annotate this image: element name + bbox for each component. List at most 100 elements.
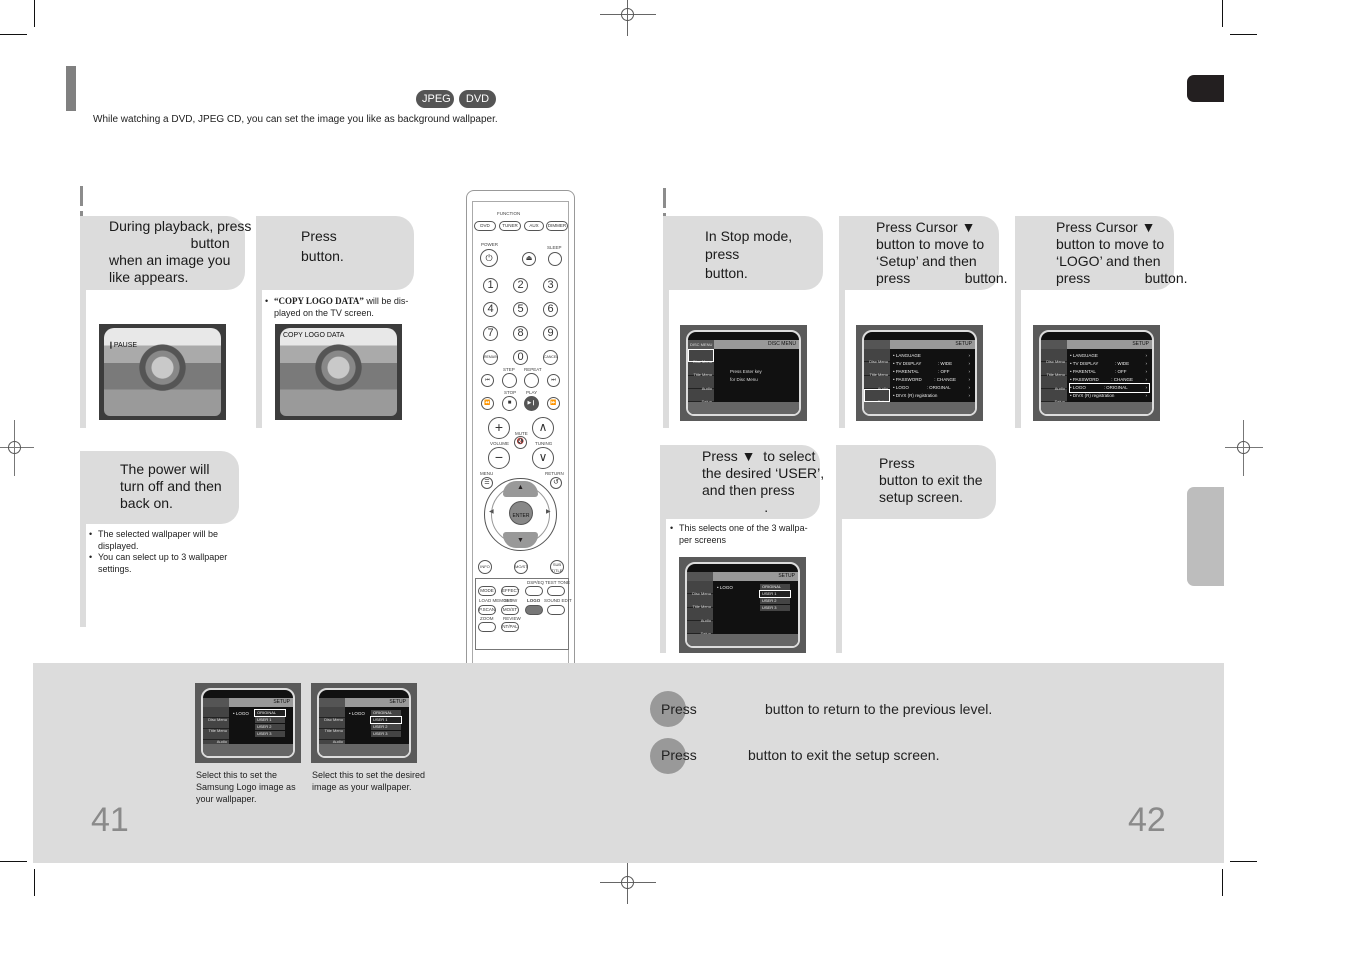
setup-menu-item: • LANGUAGE › bbox=[893, 353, 970, 358]
number-button-cancel[interactable]: CANCEL bbox=[543, 350, 558, 365]
menu-button[interactable]: ☰ bbox=[481, 477, 493, 489]
logo-label: • LOGO bbox=[717, 585, 733, 590]
caption-user: Select this to set the desired image as y… bbox=[312, 770, 426, 792]
side-item: Title Menu bbox=[687, 594, 713, 609]
dsp-eq-label: DSP/EQ bbox=[527, 580, 545, 585]
tuner-button[interactable]: TUNER bbox=[499, 221, 521, 231]
registration-mark bbox=[0, 420, 34, 476]
sound-edit-button[interactable] bbox=[547, 605, 565, 615]
crop-mark bbox=[1230, 34, 1257, 35]
dimmer-button[interactable]: DIMMER bbox=[546, 221, 568, 231]
skip-back-button[interactable]: ⏮ bbox=[481, 374, 494, 387]
screen-header: SETUP bbox=[778, 573, 795, 579]
side-item-title-menu: Title Menu bbox=[688, 362, 714, 377]
mode-button[interactable]: MODE bbox=[478, 586, 496, 596]
repeat-button[interactable] bbox=[524, 373, 539, 388]
number-button-8[interactable]: 8 bbox=[513, 326, 528, 341]
info-button[interactable]: INFO bbox=[478, 560, 492, 574]
stop-label: STOP bbox=[504, 390, 517, 395]
caption-original: Select this to set the Samsung Logo image… bbox=[196, 770, 296, 804]
setup-menu-item: • DIVX (R) registration › bbox=[893, 393, 970, 398]
pause-screen-photo: ❙PAUSE bbox=[99, 324, 226, 420]
step-text-line: Press ▼ to select bbox=[702, 448, 816, 464]
section-tab bbox=[1187, 487, 1224, 586]
logo-option: USER 1 bbox=[759, 590, 791, 598]
enter-button[interactable]: ENTER bbox=[509, 501, 533, 525]
step-text-line: button to exit the bbox=[879, 472, 983, 488]
step-text-line: button to move to bbox=[876, 236, 985, 252]
step-text-line: Press bbox=[879, 455, 915, 471]
volume-up-button[interactable]: + bbox=[488, 417, 510, 439]
side-item: Setup bbox=[864, 388, 890, 404]
step-text-line: Press Cursor ▼ bbox=[1056, 219, 1156, 235]
test-tone-button[interactable] bbox=[547, 586, 565, 596]
mute-button[interactable]: 🔇 bbox=[514, 436, 527, 449]
step-label: STEP bbox=[503, 367, 515, 372]
skip-forward-button[interactable]: ⏭ bbox=[547, 374, 560, 387]
tuning-down-button[interactable]: ∨ bbox=[532, 447, 554, 469]
subtitle-button[interactable]: SUB TITLE bbox=[550, 560, 564, 574]
cursor-right-button[interactable]: ▶ bbox=[546, 508, 551, 515]
number-button-9[interactable]: 9 bbox=[543, 326, 558, 341]
cursor-left-button[interactable]: ◀ bbox=[489, 508, 494, 515]
step-power-cycle: The power will turn off and then back on… bbox=[80, 451, 239, 627]
stop-button[interactable]: ■ bbox=[502, 396, 517, 411]
p-scan-button[interactable]: P.SCAN bbox=[478, 605, 496, 615]
tuning-up-button[interactable]: ∧ bbox=[532, 417, 554, 439]
step-text-line: Press Cursor ▼ bbox=[876, 219, 976, 235]
press-label: Press bbox=[661, 701, 697, 717]
cursor-up-button[interactable]: ▲ bbox=[503, 481, 538, 497]
side-item-setup: Setup bbox=[688, 389, 714, 404]
number-button-7[interactable]: 7 bbox=[483, 326, 498, 341]
effect-button[interactable]: EFFECT bbox=[501, 586, 520, 596]
step-text-line: button to move to bbox=[1056, 236, 1165, 252]
side-item: Title Menu bbox=[1041, 362, 1067, 377]
power-button[interactable]: ⏻ bbox=[480, 249, 498, 267]
number-button-3[interactable]: 3 bbox=[543, 278, 558, 293]
play-label: PLAY bbox=[526, 390, 538, 395]
step-text-line: turn off and then bbox=[120, 478, 222, 494]
eject-button[interactable]: ⏏ bbox=[522, 252, 536, 266]
number-button-1[interactable]: 1 bbox=[483, 278, 498, 293]
dvd-badge: DVD bbox=[459, 90, 496, 108]
setup-menu-item: • TV DISPLAY: WIDE › bbox=[893, 361, 970, 366]
aux-button[interactable]: AUX bbox=[524, 221, 544, 231]
zoom-button[interactable] bbox=[478, 622, 496, 632]
page-number-right: 42 bbox=[1128, 801, 1166, 839]
number-button-5[interactable]: 5 bbox=[513, 302, 528, 317]
number-button-2[interactable]: 2 bbox=[513, 278, 528, 293]
number-button-0[interactable]: 0 bbox=[513, 350, 528, 365]
jpeg-badge: JPEG bbox=[416, 90, 454, 108]
crop-mark bbox=[1230, 861, 1257, 862]
title-accent-bar bbox=[66, 66, 76, 111]
side-item: Disc Menu bbox=[1041, 349, 1067, 364]
step-button[interactable] bbox=[502, 373, 517, 388]
slow-button[interactable]: MO/ST bbox=[501, 605, 519, 615]
mo-st-button[interactable]: MO/ST bbox=[514, 560, 528, 574]
number-button-remain[interactable]: REMAIN bbox=[483, 350, 498, 365]
exit-note-text: button to exit the setup screen. bbox=[748, 747, 940, 763]
logo-option: USER 3 bbox=[371, 731, 401, 737]
volume-down-button[interactable]: − bbox=[488, 447, 510, 469]
note-text: settings. bbox=[98, 563, 132, 574]
page-number-left: 41 bbox=[91, 801, 129, 839]
screen-header: SETUP bbox=[1132, 341, 1149, 347]
fast-forward-button[interactable]: ⏩ bbox=[547, 397, 560, 410]
logo-button[interactable] bbox=[525, 605, 543, 615]
screen-header: DISC MENU bbox=[767, 341, 796, 347]
number-button-4[interactable]: 4 bbox=[483, 302, 498, 317]
nt-pal-button[interactable]: NT/PAL bbox=[501, 622, 519, 632]
repeat-label: REPEAT bbox=[524, 367, 542, 372]
zoom-label: ZOOM bbox=[480, 616, 494, 621]
press-label: Press bbox=[661, 747, 697, 763]
sleep-button[interactable] bbox=[548, 252, 562, 266]
return-button[interactable]: ↺ bbox=[550, 477, 562, 489]
play-pause-button[interactable]: ▶❙ bbox=[524, 396, 539, 411]
dvd-button[interactable]: DVD bbox=[474, 221, 496, 231]
return-note-text: button to return to the previous level. bbox=[765, 701, 993, 717]
copy-logo-overlay: COPY LOGO DATA bbox=[283, 332, 345, 339]
dsp-eq-button[interactable] bbox=[525, 586, 543, 596]
rewind-button[interactable]: ⏪ bbox=[481, 397, 494, 410]
number-button-6[interactable]: 6 bbox=[543, 302, 558, 317]
step-text-line: The power will bbox=[120, 461, 210, 477]
